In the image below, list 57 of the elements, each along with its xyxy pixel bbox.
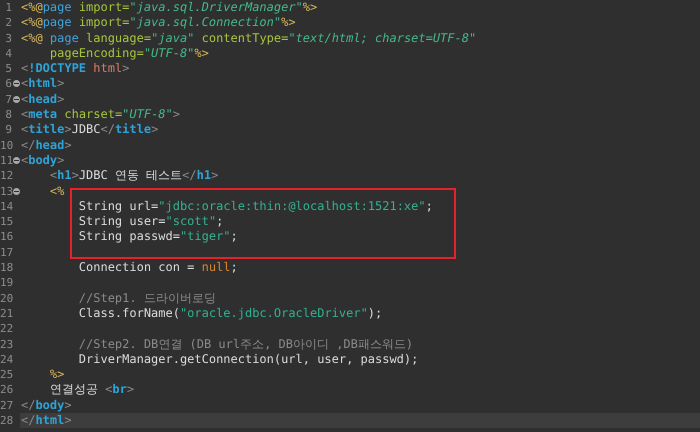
fold-icon[interactable] — [13, 96, 20, 103]
code-line: <head> — [21, 92, 64, 106]
line-number: 16 — [0, 229, 12, 245]
line-number: 24 — [0, 352, 12, 368]
code-line: <title>JDBC</title> — [21, 122, 158, 136]
line-number: 12 — [0, 168, 12, 184]
code-line: <% — [48, 184, 64, 198]
line-number: 19 — [0, 275, 12, 291]
line-number: 22 — [0, 321, 12, 337]
line-number: 9 — [4, 122, 12, 138]
line-number: 21 — [0, 306, 12, 322]
code-line: <!DOCTYPE html> — [21, 61, 130, 76]
line-number: 1 — [4, 0, 12, 16]
fold-icon[interactable] — [13, 80, 20, 88]
fold-icon[interactable] — [13, 188, 20, 195]
code-line: <%@ page language="java" contentType="text/html; charset=UTF-8" — [21, 30, 476, 45]
line-number: 4 — [4, 46, 12, 62]
code-line: Class.forName("oracle.jdbc.OracleDriver"); — [78, 306, 382, 320]
line-number: 10 — [0, 138, 12, 153]
code-line: <h1>JDBC 연동 테스트</h1> — [48, 168, 218, 182]
code-line: String url="jdbc:oracle:thin:@localhost:1521:xe"; — [78, 198, 433, 213]
code-line: <%@page import="java.sql.Connection"%> — [21, 15, 296, 30]
line-number: 26 — [0, 382, 12, 398]
fold-icon[interactable] — [13, 156, 20, 164]
line-number: 15 — [0, 214, 12, 230]
line-number: 5 — [4, 61, 12, 76]
code-line: pageEncoding="UTF-8"%> — [48, 46, 209, 60]
code-line: <%@page import="java.sql.DriverManager"%> — [21, 0, 318, 14]
line-number: 2 — [4, 15, 12, 31]
code-line: </head> — [21, 138, 72, 152]
code-line: <html> — [21, 76, 64, 90]
code-line: <body> — [21, 152, 64, 167]
line-number: 6 — [4, 76, 12, 92]
code-line: //Step1. 드라이버로딩 — [78, 290, 216, 305]
code-line: </body> — [21, 398, 72, 412]
code-line: <meta charset="UTF-8"> — [21, 107, 180, 122]
line-number: 3 — [4, 30, 12, 46]
line-number: 27 — [0, 398, 12, 414]
line-number: 28 — [0, 413, 12, 428]
code-line: 연결성공 <br> — [48, 382, 134, 396]
code-line: DriverManager.getConnection(url, user, passwd); — [78, 352, 418, 366]
code-line: Connection con = null; — [78, 260, 238, 274]
line-number: 20 — [0, 290, 12, 306]
line-number: 8 — [4, 107, 12, 122]
code-line: //Step2. DB연결 (DB url주소, DB아이디 ,DB패스워드) — [78, 336, 414, 351]
line-number: 7 — [4, 92, 12, 108]
code-line: String user="scott"; — [78, 214, 224, 228]
line-number: 25 — [0, 367, 12, 382]
line-number: 17 — [0, 244, 12, 260]
line-number: 13 — [0, 184, 12, 199]
line-number: 18 — [0, 260, 12, 276]
line-number: 14 — [0, 198, 12, 214]
code-line: </html> — [21, 413, 72, 428]
line-number: 23 — [0, 336, 12, 352]
line-number: 11 — [0, 152, 12, 168]
code-line: %> — [48, 367, 64, 382]
code-line: String passwd="tiger"; — [78, 229, 238, 244]
